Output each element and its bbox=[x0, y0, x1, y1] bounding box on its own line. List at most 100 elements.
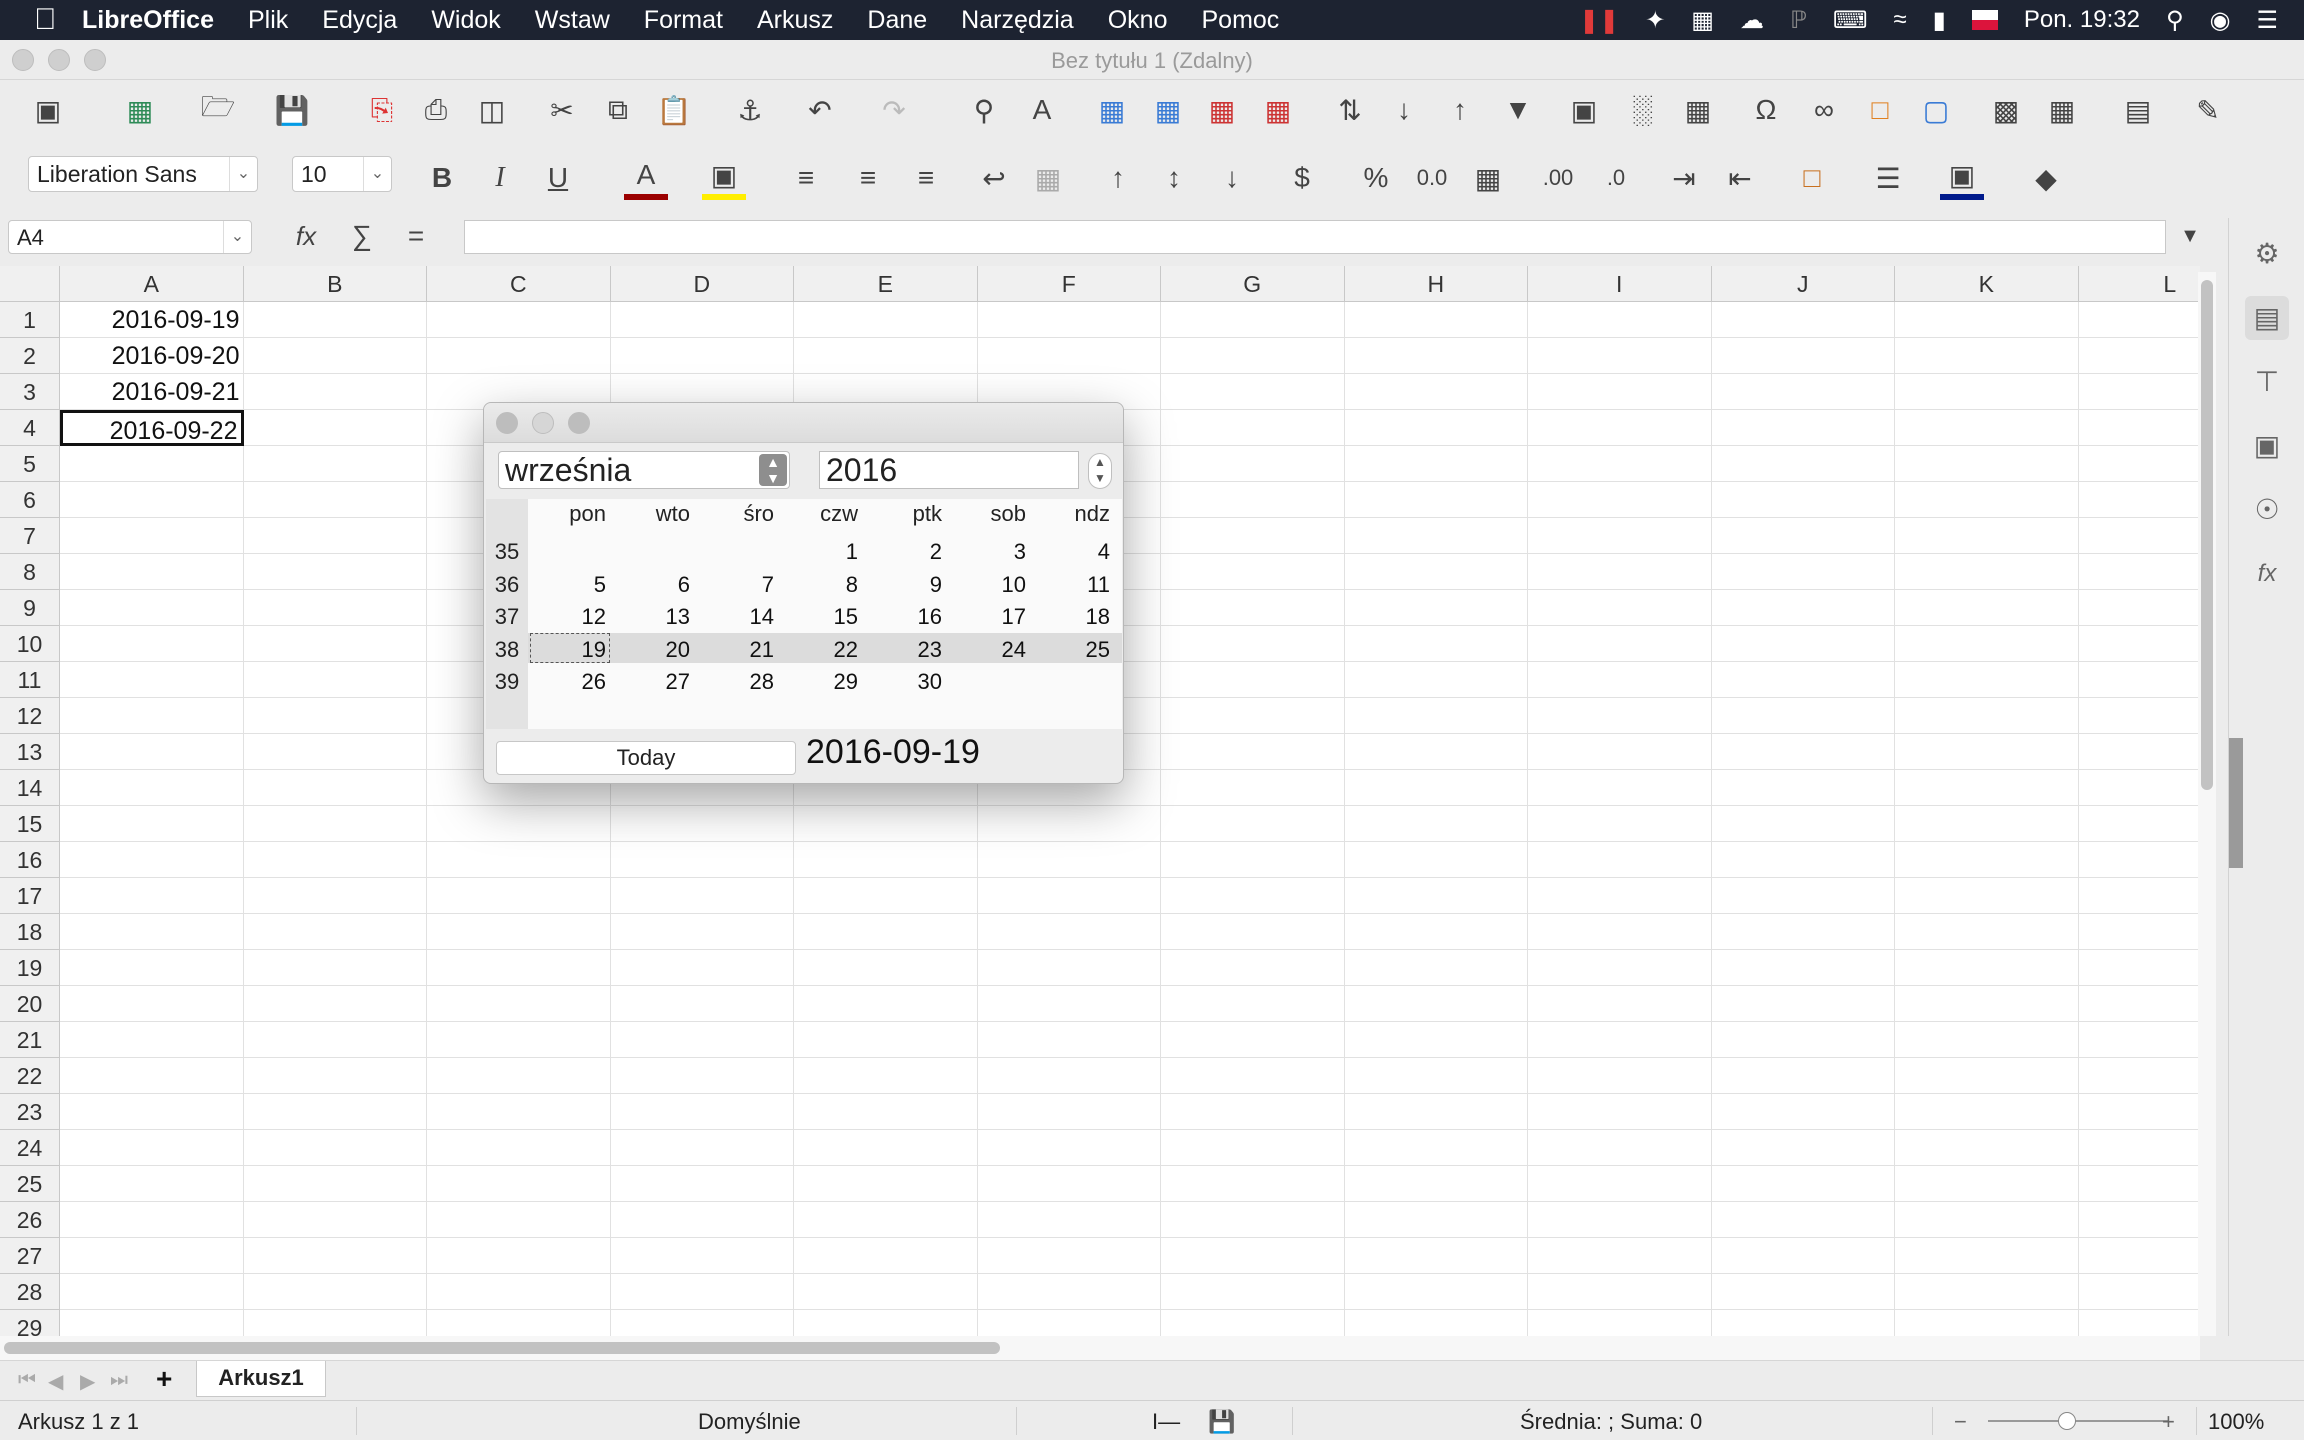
cell-i13[interactable] bbox=[1528, 734, 1712, 770]
cell-l3[interactable] bbox=[2078, 374, 2200, 410]
calendar-day[interactable]: 29 bbox=[780, 667, 858, 697]
calendar-day[interactable]: 10 bbox=[948, 570, 1026, 600]
export-pdf-icon[interactable]: ⎘ bbox=[360, 88, 404, 132]
cell-g3[interactable] bbox=[1161, 374, 1345, 410]
cell-b2[interactable] bbox=[243, 338, 427, 374]
cell-j25[interactable] bbox=[1711, 1166, 1895, 1202]
cell-f23[interactable] bbox=[977, 1094, 1161, 1130]
cell-h14[interactable] bbox=[1344, 770, 1528, 806]
cell-l22[interactable] bbox=[2078, 1058, 2200, 1094]
save-icon[interactable]: 💾 bbox=[270, 88, 314, 132]
cell-g19[interactable] bbox=[1161, 950, 1345, 986]
calendar-day[interactable]: 26 bbox=[528, 667, 606, 697]
cell-f19[interactable] bbox=[977, 950, 1161, 986]
cell-l4[interactable] bbox=[2078, 410, 2200, 446]
cell-b23[interactable] bbox=[243, 1094, 427, 1130]
sheet-tab-arkusz1[interactable]: Arkusz1 bbox=[196, 1361, 326, 1397]
cell-l2[interactable] bbox=[2078, 338, 2200, 374]
gallery-icon[interactable]: ▣ bbox=[2245, 424, 2289, 468]
cell-b10[interactable] bbox=[243, 626, 427, 662]
cell-g11[interactable] bbox=[1161, 662, 1345, 698]
pause-icon[interactable]: ❚❚ bbox=[1579, 6, 1619, 35]
cell-f27[interactable] bbox=[977, 1238, 1161, 1274]
border-color-icon[interactable]: ▣ bbox=[1940, 156, 1984, 200]
cell-g1[interactable] bbox=[1161, 302, 1345, 338]
cell-b28[interactable] bbox=[243, 1274, 427, 1310]
zoom-out-icon[interactable]: − bbox=[1954, 1409, 1967, 1435]
cell-h29[interactable] bbox=[1345, 1310, 1528, 1336]
cell-c19[interactable] bbox=[427, 950, 611, 986]
cell-k3[interactable] bbox=[1895, 374, 2079, 410]
dialog-minimize-button[interactable] bbox=[532, 412, 554, 434]
cell-j1[interactable] bbox=[1711, 302, 1895, 338]
cell-k19[interactable] bbox=[1895, 950, 2079, 986]
wifi-icon[interactable]: ≈ bbox=[1893, 6, 1906, 34]
cell-d27[interactable] bbox=[610, 1238, 794, 1274]
cell-b1[interactable] bbox=[243, 302, 427, 338]
cell-c21[interactable] bbox=[427, 1022, 611, 1058]
cell-e19[interactable] bbox=[794, 950, 978, 986]
autofilter-icon[interactable]: ▼ bbox=[1496, 88, 1540, 132]
font-size-combo[interactable]: 10 ⌄ bbox=[292, 156, 392, 192]
cell-a29[interactable] bbox=[60, 1310, 244, 1336]
cell-g27[interactable] bbox=[1161, 1238, 1345, 1274]
cell-h12[interactable] bbox=[1344, 698, 1528, 734]
cell-k4[interactable] bbox=[1895, 410, 2079, 446]
paste-icon[interactable]: 📋 bbox=[652, 88, 696, 132]
cell-k8[interactable] bbox=[1895, 554, 2079, 590]
cell-c2[interactable] bbox=[427, 338, 611, 374]
delete-row-icon[interactable]: ▦ bbox=[1200, 88, 1244, 132]
cell-c28[interactable] bbox=[427, 1274, 611, 1310]
page-style[interactable]: Domyślnie bbox=[698, 1409, 801, 1435]
cell-b21[interactable] bbox=[243, 1022, 427, 1058]
cell-b15[interactable] bbox=[243, 806, 427, 842]
row-header-22[interactable]: 22 bbox=[0, 1058, 60, 1094]
cell-e17[interactable] bbox=[794, 878, 978, 914]
apple-icon[interactable]:  bbox=[34, 3, 82, 37]
calendar-day[interactable]: 22 bbox=[780, 635, 858, 665]
cell-c26[interactable] bbox=[427, 1202, 611, 1238]
cell-g7[interactable] bbox=[1161, 518, 1345, 554]
cell-a5[interactable] bbox=[60, 446, 244, 482]
row-header-9[interactable]: 9 bbox=[0, 590, 60, 626]
cell-h19[interactable] bbox=[1344, 950, 1528, 986]
cell-j10[interactable] bbox=[1711, 626, 1895, 662]
column-header-i[interactable]: I bbox=[1528, 266, 1712, 302]
cell-c16[interactable] bbox=[427, 842, 611, 878]
cell-e25[interactable] bbox=[794, 1166, 978, 1202]
cell-a22[interactable] bbox=[60, 1058, 244, 1094]
start-center-icon[interactable]: ▣ bbox=[26, 88, 70, 132]
cell-b13[interactable] bbox=[243, 734, 427, 770]
cell-b25[interactable] bbox=[243, 1166, 427, 1202]
row-header-25[interactable]: 25 bbox=[0, 1166, 60, 1202]
cell-k20[interactable] bbox=[1895, 986, 2079, 1022]
cell-g2[interactable] bbox=[1161, 338, 1345, 374]
cell-e20[interactable] bbox=[794, 986, 978, 1022]
cell-h11[interactable] bbox=[1344, 662, 1528, 698]
calendar-day[interactable]: 2 bbox=[864, 537, 942, 567]
delete-decimal-icon[interactable]: .0 bbox=[1594, 156, 1638, 200]
cell-a6[interactable] bbox=[60, 482, 244, 518]
cell-k14[interactable] bbox=[1895, 770, 2079, 806]
cell-g25[interactable] bbox=[1161, 1166, 1345, 1202]
function-wizard-icon[interactable]: fx bbox=[284, 214, 328, 258]
cell-b8[interactable] bbox=[243, 554, 427, 590]
spelling-icon[interactable]: A bbox=[1020, 88, 1064, 132]
cell-j15[interactable] bbox=[1711, 806, 1895, 842]
cell-j17[interactable] bbox=[1711, 878, 1895, 914]
month-select[interactable]: września ▲ ▼ bbox=[498, 451, 790, 489]
cell-i16[interactable] bbox=[1528, 842, 1712, 878]
selection-summary[interactable]: Średnia: ; Suma: 0 bbox=[1520, 1409, 1702, 1435]
flag-icon[interactable] bbox=[1971, 10, 1998, 30]
next-sheet-icon[interactable]: ▶ bbox=[80, 1369, 95, 1394]
cell-c25[interactable] bbox=[427, 1166, 611, 1202]
cell-a18[interactable] bbox=[60, 914, 244, 950]
cell-a2[interactable]: 2016-09-20 bbox=[60, 338, 244, 374]
calendar-day[interactable]: 30 bbox=[864, 667, 942, 697]
zoom-slider-knob[interactable] bbox=[2058, 1412, 2076, 1430]
cell-k11[interactable] bbox=[1895, 662, 2079, 698]
calendar-day[interactable]: 20 bbox=[612, 635, 690, 665]
highlight-color-icon[interactable]: ▣ bbox=[702, 156, 746, 200]
draw-functions-icon[interactable]: ✎ bbox=[2186, 88, 2230, 132]
print-preview-icon[interactable]: ◫ bbox=[470, 88, 514, 132]
